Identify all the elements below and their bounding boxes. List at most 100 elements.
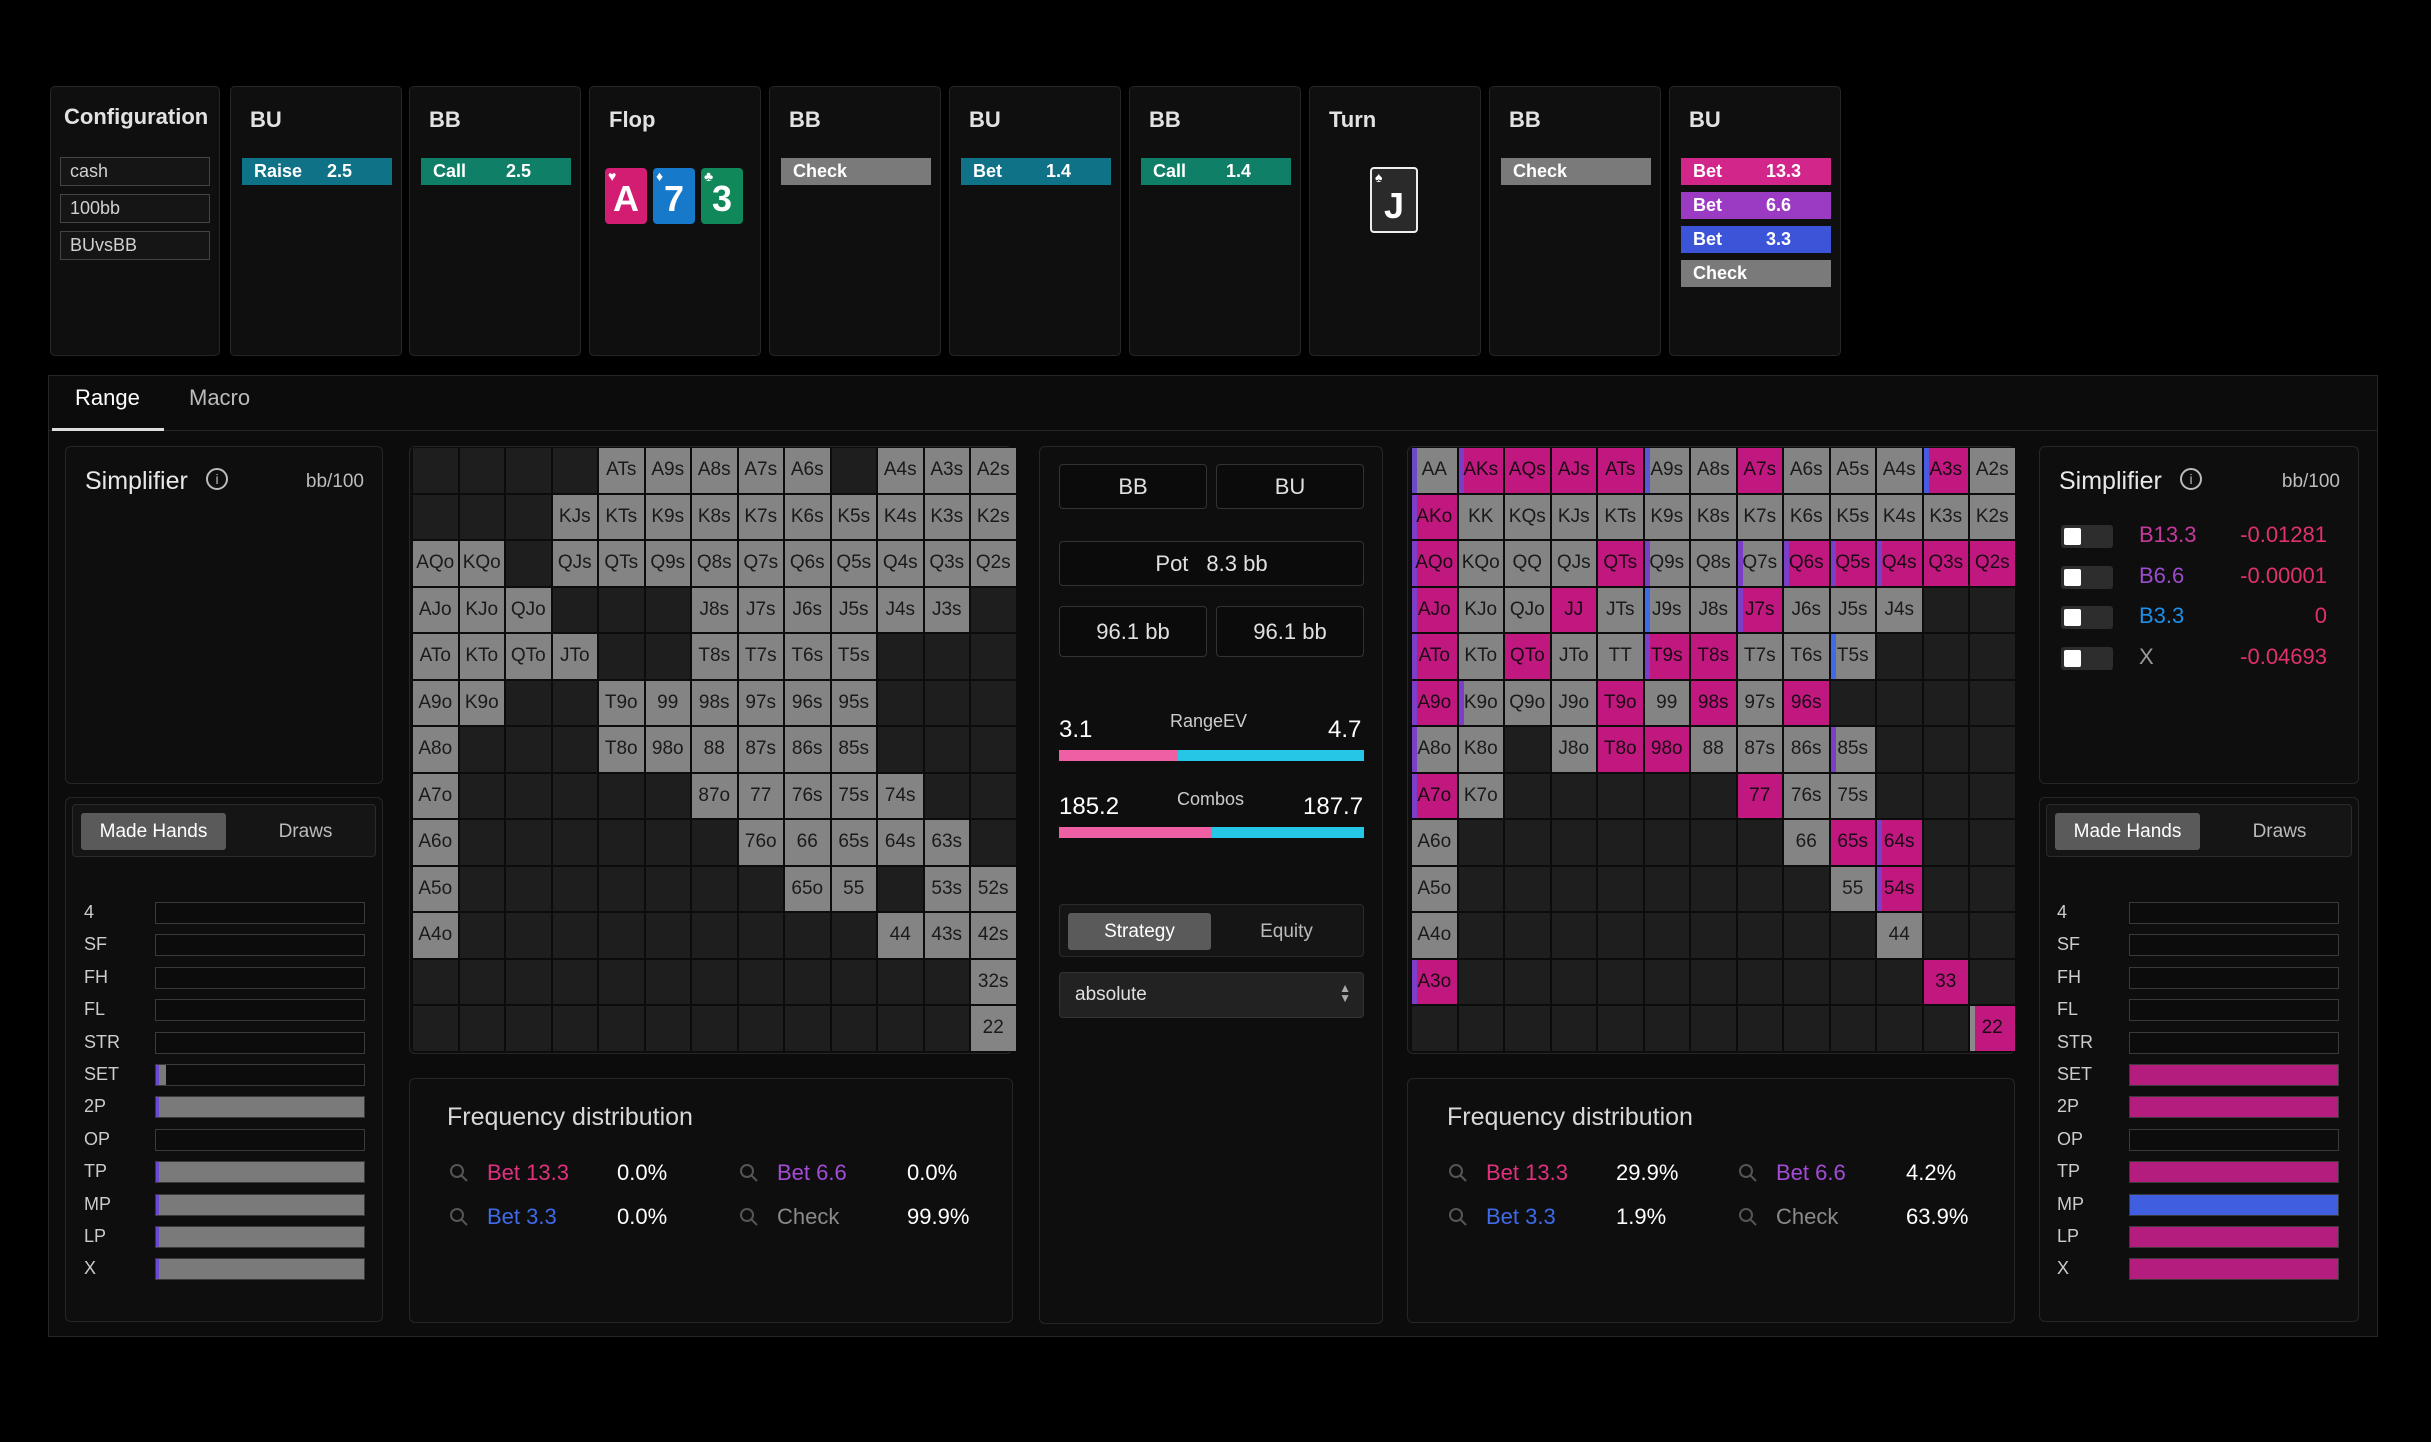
hand-cell[interactable]: 96s: [784, 679, 831, 726]
hand-cell[interactable]: 87s: [737, 726, 784, 773]
hand-cell[interactable]: [551, 958, 598, 1005]
hand-cell[interactable]: [1876, 1005, 1923, 1052]
hand-cell[interactable]: A6o: [412, 819, 459, 866]
hand-cell[interactable]: 52s: [970, 865, 1017, 912]
hand-cell[interactable]: AJs: [1550, 447, 1597, 494]
action-button[interactable]: Check: [1501, 158, 1651, 185]
hand-cell[interactable]: [1597, 1005, 1644, 1052]
hand-cell[interactable]: A3s: [1922, 447, 1969, 494]
hand-cell[interactable]: K9s: [1643, 493, 1690, 540]
toggle-checkbox[interactable]: [2061, 525, 2113, 548]
hand-cell[interactable]: [505, 493, 552, 540]
hand-cell[interactable]: [505, 912, 552, 959]
hand-cell[interactable]: KJs: [551, 493, 598, 540]
hand-cell[interactable]: [784, 958, 831, 1005]
hand-cell[interactable]: Q9o: [1504, 679, 1551, 726]
hand-cell[interactable]: J8s: [1690, 586, 1737, 633]
hand-cell[interactable]: T6s: [784, 633, 831, 680]
hand-cell[interactable]: KTs: [1597, 493, 1644, 540]
hand-cell[interactable]: J8o: [1550, 726, 1597, 773]
hand-cell[interactable]: 64s: [1876, 819, 1923, 866]
hand-cell[interactable]: JTo: [1550, 633, 1597, 680]
hand-cell[interactable]: [1736, 958, 1783, 1005]
hand-cell[interactable]: [970, 819, 1017, 866]
hand-cell[interactable]: [1969, 958, 2016, 1005]
hand-cell[interactable]: [412, 1005, 459, 1052]
hand-cell[interactable]: QJs: [1550, 540, 1597, 587]
hand-cell[interactable]: [644, 865, 691, 912]
hand-cell[interactable]: [1736, 819, 1783, 866]
hand-cell[interactable]: K3s: [923, 493, 970, 540]
hand-cell[interactable]: [1783, 865, 1830, 912]
hand-cell[interactable]: [551, 912, 598, 959]
hand-cell[interactable]: J9s: [1643, 586, 1690, 633]
hand-cell[interactable]: K7s: [1736, 493, 1783, 540]
hand-cell[interactable]: Q4s: [877, 540, 924, 587]
hand-cell[interactable]: [598, 912, 645, 959]
hand-cell[interactable]: A9s: [644, 447, 691, 494]
hand-cell[interactable]: [1922, 865, 1969, 912]
hand-cell[interactable]: [1504, 958, 1551, 1005]
hand-cell[interactable]: K8s: [1690, 493, 1737, 540]
hand-cell[interactable]: J3s: [923, 586, 970, 633]
hand-cell[interactable]: AKs: [1457, 447, 1504, 494]
hand-cell[interactable]: ATo: [1411, 633, 1458, 680]
search-icon[interactable]: [1738, 1163, 1758, 1183]
action-node[interactable]: BB Check: [1489, 86, 1661, 356]
hand-cell[interactable]: AJo: [412, 586, 459, 633]
hand-cell[interactable]: Q3s: [1922, 540, 1969, 587]
hand-cell[interactable]: K6s: [784, 493, 831, 540]
hand-cell[interactable]: [644, 912, 691, 959]
hand-cell[interactable]: QJo: [1504, 586, 1551, 633]
hand-cell[interactable]: QTs: [598, 540, 645, 587]
hand-cell[interactable]: [505, 447, 552, 494]
hand-cell[interactable]: [1457, 865, 1504, 912]
hand-cell[interactable]: KK: [1457, 493, 1504, 540]
hand-cell[interactable]: [1829, 679, 1876, 726]
hand-cell[interactable]: Q7s: [1736, 540, 1783, 587]
hand-cell[interactable]: [737, 912, 784, 959]
hand-cell[interactable]: JJ: [1550, 586, 1597, 633]
hand-cell[interactable]: [1504, 726, 1551, 773]
search-icon[interactable]: [1448, 1207, 1468, 1227]
action-button[interactable]: Bet 13.3: [1681, 158, 1831, 185]
toggle-checkbox[interactable]: [2061, 565, 2113, 589]
hand-cell[interactable]: 85s: [830, 726, 877, 773]
hand-cell[interactable]: [1690, 958, 1737, 1005]
hand-cell[interactable]: [458, 958, 505, 1005]
hand-cell[interactable]: T7s: [1736, 633, 1783, 680]
equity-tab[interactable]: Equity: [1215, 913, 1358, 950]
hand-cell[interactable]: 77: [737, 772, 784, 819]
hand-cell[interactable]: J5s: [1829, 586, 1876, 633]
hand-cell[interactable]: J5s: [830, 586, 877, 633]
hand-cell[interactable]: T5s: [830, 633, 877, 680]
action-node[interactable]: BB Call 1.4: [1129, 86, 1301, 356]
hand-cell[interactable]: Q5s: [830, 540, 877, 587]
hand-cell[interactable]: AQo: [412, 540, 459, 587]
player-bu[interactable]: BU: [1216, 464, 1364, 509]
hand-cell[interactable]: [830, 958, 877, 1005]
hand-cell[interactable]: [1597, 958, 1644, 1005]
hand-cell[interactable]: 55: [830, 865, 877, 912]
hand-cell[interactable]: A3s: [923, 447, 970, 494]
hand-cell[interactable]: 86s: [784, 726, 831, 773]
hand-cell[interactable]: K4s: [1876, 493, 1923, 540]
hand-cell[interactable]: [505, 726, 552, 773]
hand-cell[interactable]: [598, 819, 645, 866]
hand-cell[interactable]: [598, 865, 645, 912]
hand-cell[interactable]: [830, 447, 877, 494]
hand-cell[interactable]: T9s: [1643, 633, 1690, 680]
left-range-grid[interactable]: ATs A9s A8s A7s A6s A4s A3s A2s KJs KTs K9s K8s K7s K…: [412, 447, 1017, 1052]
hand-cell[interactable]: K8s: [691, 493, 738, 540]
hand-cell[interactable]: [644, 772, 691, 819]
search-icon[interactable]: [449, 1163, 469, 1183]
hand-cell[interactable]: AQs: [1504, 447, 1551, 494]
hand-cell[interactable]: K5s: [1829, 493, 1876, 540]
hand-cell[interactable]: KTo: [458, 633, 505, 680]
hand-cell[interactable]: A7s: [737, 447, 784, 494]
hand-cell[interactable]: [505, 819, 552, 866]
hand-cell[interactable]: QJs: [551, 540, 598, 587]
hand-cell[interactable]: A4o: [412, 912, 459, 959]
hand-cell[interactable]: [1690, 912, 1737, 959]
hand-cell[interactable]: 22: [970, 1005, 1017, 1052]
